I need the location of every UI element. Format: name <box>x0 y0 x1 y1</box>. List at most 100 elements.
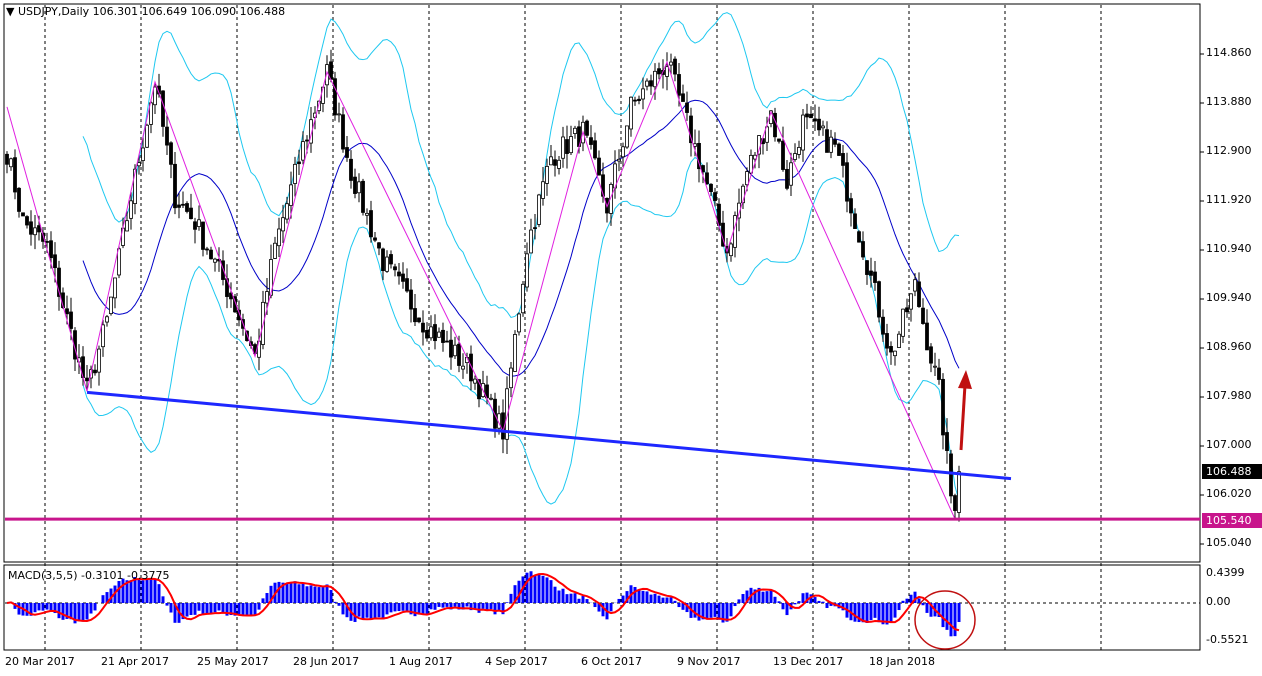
macd-histogram-bar <box>157 584 161 603</box>
dropdown-triangle-icon[interactable]: ▼ <box>6 5 14 18</box>
macd-histogram-bar <box>477 603 481 613</box>
macd-histogram-bar <box>781 603 785 610</box>
main-panel-border <box>3 3 1201 563</box>
macd-histogram-bar <box>869 603 873 621</box>
bull-candle <box>653 70 657 88</box>
macd-histogram-bar <box>637 590 641 603</box>
bear-candle <box>953 495 957 511</box>
price-axis-label: 114.860 <box>1206 46 1252 59</box>
bear-candle <box>13 157 17 193</box>
macd-histogram-bar <box>341 603 345 615</box>
bull-candle <box>525 253 529 288</box>
macd-histogram-bar <box>941 603 945 628</box>
bull-candle <box>153 86 157 106</box>
macd-histogram-bar <box>425 603 429 614</box>
bear-candle <box>189 207 193 220</box>
macd-histogram-bar <box>373 603 377 619</box>
macd-histogram-bar <box>317 587 321 603</box>
bull-candle <box>97 348 101 373</box>
bull-candle <box>141 147 145 161</box>
bull-candle <box>621 146 625 158</box>
macd-histogram-bar <box>77 603 81 622</box>
bear-candle <box>205 248 209 251</box>
macd-histogram-bar <box>509 593 513 603</box>
bull-candle <box>529 229 533 254</box>
bear-candle <box>333 78 337 116</box>
bear-candle <box>709 183 713 193</box>
bear-candle <box>817 118 821 131</box>
bull-candle <box>521 283 525 314</box>
macd-histogram-bar <box>205 603 209 615</box>
bear-candle <box>705 172 709 185</box>
bear-candle <box>921 307 925 324</box>
macd-histogram-bar <box>777 601 781 603</box>
bull-candle <box>573 127 577 134</box>
bull-candle <box>749 154 753 174</box>
price-axis-label: 107.000 <box>1206 438 1252 451</box>
bear-candle <box>937 367 941 380</box>
macd-histogram-bar <box>633 586 637 603</box>
macd-histogram-bar <box>593 603 597 608</box>
macd-histogram-bar <box>769 589 773 603</box>
bull-candle <box>337 113 341 116</box>
bear-candle <box>833 139 837 145</box>
bear-candle <box>169 142 173 165</box>
macd-histogram-bar <box>117 581 121 603</box>
price-axis-label: 113.880 <box>1206 95 1252 108</box>
bear-candle <box>885 333 889 349</box>
bear-candle <box>65 308 69 315</box>
date-axis-label: 6 Oct 2017 <box>581 655 643 668</box>
bull-candle <box>473 378 477 384</box>
macd-histogram-bar <box>429 603 433 610</box>
bull-candle <box>145 124 149 148</box>
bear-candle <box>25 216 29 226</box>
bull-candle <box>561 136 565 159</box>
bear-candle <box>873 271 877 283</box>
bull-candle <box>9 158 13 168</box>
date-axis-label: 18 Jan 2018 <box>869 655 935 668</box>
bull-candle <box>569 136 573 154</box>
macd-histogram-bar <box>277 581 281 603</box>
chart-title: ▼ USDJPY,Daily 106.301 106.649 106.090 1… <box>6 5 285 18</box>
price-axis-label: 110.940 <box>1206 242 1252 255</box>
bull-candle <box>517 313 521 333</box>
macd-histogram-bar <box>765 591 769 603</box>
bull-candle <box>549 156 553 166</box>
macd-histogram-bar <box>893 603 897 618</box>
bull-candle <box>645 80 649 87</box>
macd-histogram-bar <box>825 603 829 609</box>
bear-candle <box>637 98 641 102</box>
bear-candle <box>409 289 413 310</box>
macd-histogram-bar <box>313 586 317 603</box>
bear-candle <box>165 126 169 146</box>
bear-candle <box>45 241 49 243</box>
macd-histogram-bar <box>577 598 581 603</box>
macd-histogram-bar <box>481 603 485 609</box>
bull-candle <box>197 219 201 227</box>
macd-histogram-bar <box>41 603 45 611</box>
macd-histogram-bar <box>353 603 357 622</box>
bear-candle <box>849 198 853 214</box>
bear-candle <box>209 249 213 260</box>
macd-histogram-bar <box>797 601 801 603</box>
macd-histogram-bar <box>733 603 737 607</box>
bull-candle <box>557 159 561 169</box>
symbol-timeframe: USDJPY,Daily <box>17 5 90 18</box>
macd-histogram-bar <box>773 596 777 603</box>
price-axis-label: 108.960 <box>1206 340 1252 353</box>
bear-candle <box>869 270 873 276</box>
chart-window[interactable] <box>0 0 1262 676</box>
macd-axis-label: 0.4399 <box>1206 566 1245 579</box>
macd-histogram-bar <box>793 603 797 605</box>
macd-histogram-bar <box>565 594 569 603</box>
bear-candle <box>441 329 445 343</box>
macd-histogram-bar <box>37 603 41 611</box>
price-axis-label: 106.020 <box>1206 487 1252 500</box>
macd-histogram-bar <box>525 572 529 603</box>
macd-histogram-bar <box>365 603 369 618</box>
macd-histogram-bar <box>421 603 425 615</box>
bear-candle <box>17 187 21 212</box>
price-axis-label: 105.040 <box>1206 536 1252 549</box>
bull-candle <box>385 256 389 272</box>
macd-histogram-bar <box>709 603 713 618</box>
